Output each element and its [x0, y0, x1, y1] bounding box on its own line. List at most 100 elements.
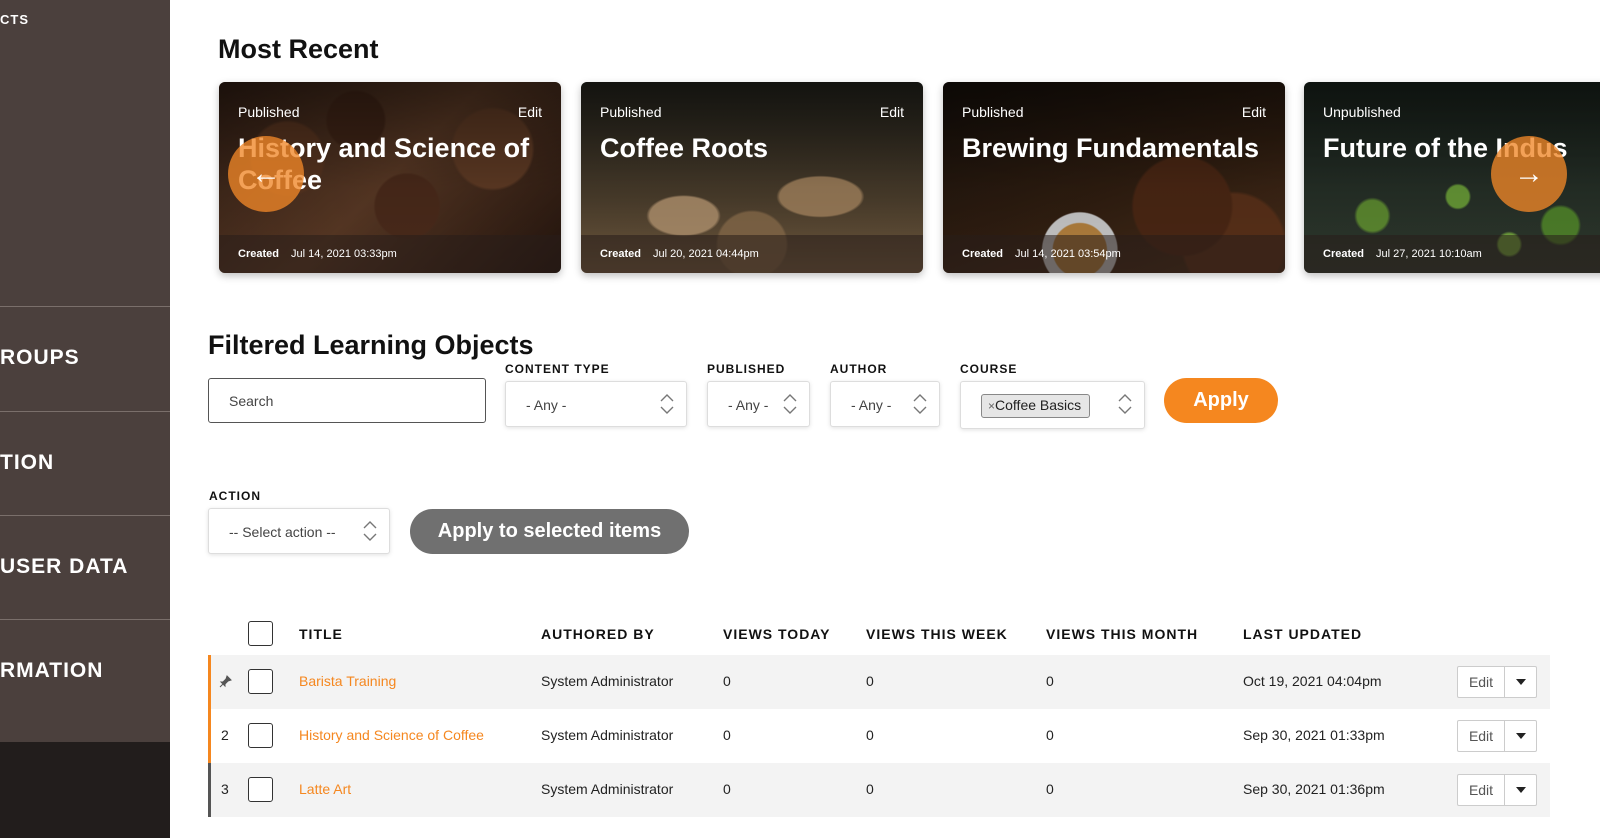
carousel-next-button[interactable]: →: [1491, 136, 1567, 212]
col-views-month[interactable]: VIEWS THIS MONTH: [1046, 626, 1198, 642]
card-created-date: Jul 27, 2021 10:10am: [1376, 248, 1482, 260]
sidebar: CTS ROUPS TION USER DATA RMATION: [0, 0, 170, 838]
recent-card[interactable]: Published Edit Coffee Roots Created Jul …: [581, 82, 923, 273]
row-last-updated: Sep 30, 2021 01:33pm: [1243, 727, 1385, 743]
card-created-label: Created: [962, 248, 1003, 260]
row-checkbox[interactable]: [248, 723, 273, 748]
row-checkbox[interactable]: [248, 669, 273, 694]
table-row: 2 History and Science of Coffee System A…: [208, 709, 1550, 763]
carousel-prev-button[interactable]: ←: [228, 136, 304, 212]
content-type-select[interactable]: - Any -: [505, 381, 687, 427]
row-title-link[interactable]: Barista Training: [299, 673, 396, 689]
course-select[interactable]: ×Coffee Basics: [960, 381, 1145, 429]
row-edit-button[interactable]: Edit: [1458, 721, 1505, 751]
row-edit-dropdown[interactable]: [1505, 721, 1537, 751]
row-checkbox[interactable]: [248, 777, 273, 802]
card-created-date: Jul 14, 2021 03:33pm: [291, 248, 397, 260]
published-value: - Any -: [728, 397, 769, 413]
row-views-today: 0: [723, 781, 731, 797]
select-all-checkbox[interactable]: [248, 621, 273, 646]
sidebar-item-objects[interactable]: CTS: [0, 12, 29, 27]
sidebar-footer: [0, 742, 170, 838]
sidebar-item-information[interactable]: RMATION: [0, 659, 170, 683]
row-marker: [208, 763, 211, 817]
published-label: PUBLISHED: [707, 362, 786, 376]
row-views-today: 0: [723, 673, 731, 689]
course-chip-label: Coffee Basics: [995, 397, 1082, 413]
card-status: Published: [600, 104, 662, 120]
course-chip: ×Coffee Basics: [981, 394, 1091, 418]
row-title-link[interactable]: History and Science of Coffee: [299, 727, 484, 743]
row-edit-button[interactable]: Edit: [1458, 775, 1505, 805]
action-select-value: -- Select action --: [229, 524, 336, 540]
action-label: ACTION: [209, 489, 261, 503]
card-status: Published: [962, 104, 1024, 120]
table-row: Barista Training System Administrator 0 …: [208, 655, 1550, 709]
sidebar-item-groups[interactable]: ROUPS: [0, 346, 170, 370]
content-type-value: - Any -: [526, 397, 567, 413]
row-author: System Administrator: [541, 673, 674, 689]
row-edit-group: Edit: [1457, 666, 1537, 698]
course-label: COURSE: [960, 362, 1018, 376]
card-created-label: Created: [238, 248, 279, 260]
row-edit-group: Edit: [1457, 774, 1537, 806]
apply-button[interactable]: Apply: [1164, 378, 1278, 423]
arrow-right-icon: →: [1514, 157, 1544, 190]
caret-down-icon: [1516, 787, 1526, 793]
recent-card[interactable]: Published Edit Brewing Fundamentals Crea…: [943, 82, 1285, 273]
most-recent-heading: Most Recent: [218, 34, 379, 64]
apply-to-selected-button[interactable]: Apply to selected items: [410, 509, 689, 554]
chevron-up-down-icon: [363, 521, 377, 541]
card-edit-link[interactable]: Edit: [1242, 104, 1266, 120]
col-views-today[interactable]: VIEWS TODAY: [723, 626, 830, 642]
card-title[interactable]: Brewing Fundamentals: [962, 132, 1282, 164]
action-select[interactable]: -- Select action --: [208, 508, 390, 554]
row-author: System Administrator: [541, 727, 674, 743]
sidebar-divider: [0, 515, 170, 516]
row-edit-dropdown[interactable]: [1505, 667, 1537, 697]
col-title[interactable]: TITLE: [299, 626, 343, 642]
main-content: Most Recent Published Edit History and S…: [170, 0, 1600, 838]
search-input[interactable]: Search: [208, 378, 486, 423]
row-views-month: 0: [1046, 727, 1054, 743]
row-views-week: 0: [866, 781, 874, 797]
filtered-heading: Filtered Learning Objects: [208, 330, 534, 360]
col-authored-by[interactable]: AUTHORED BY: [541, 626, 655, 642]
chevron-up-down-icon: [913, 394, 927, 414]
row-edit-button[interactable]: Edit: [1458, 667, 1505, 697]
col-last-updated[interactable]: LAST UPDATED: [1243, 626, 1362, 642]
row-views-month: 0: [1046, 781, 1054, 797]
row-views-today: 0: [723, 727, 731, 743]
card-created-date: Jul 20, 2021 04:44pm: [653, 248, 759, 260]
published-select[interactable]: - Any -: [707, 381, 810, 427]
chip-remove-icon[interactable]: ×: [988, 399, 995, 413]
caret-down-icon: [1516, 679, 1526, 685]
author-label: AUTHOR: [830, 362, 888, 376]
row-marker: [208, 655, 211, 709]
card-title[interactable]: Coffee Roots: [600, 132, 920, 164]
author-value: - Any -: [851, 397, 892, 413]
pin-icon[interactable]: [219, 675, 232, 688]
row-last-updated: Sep 30, 2021 01:36pm: [1243, 781, 1385, 797]
caret-down-icon: [1516, 733, 1526, 739]
table-row: 3 Latte Art System Administrator 0 0 0 S…: [208, 763, 1550, 817]
sidebar-divider: [0, 411, 170, 412]
row-views-month: 0: [1046, 673, 1054, 689]
col-views-week[interactable]: VIEWS THIS WEEK: [866, 626, 1008, 642]
sidebar-item-user-data[interactable]: USER DATA: [0, 555, 170, 579]
sidebar-item-section[interactable]: TION: [0, 451, 170, 475]
chevron-up-down-icon: [1118, 394, 1132, 414]
sidebar-divider: [0, 619, 170, 620]
author-select[interactable]: - Any -: [830, 381, 940, 427]
sidebar-divider: [0, 306, 170, 307]
row-views-week: 0: [866, 673, 874, 689]
card-created-label: Created: [1323, 248, 1364, 260]
row-title-link[interactable]: Latte Art: [299, 781, 351, 797]
row-edit-dropdown[interactable]: [1505, 775, 1537, 805]
row-author: System Administrator: [541, 781, 674, 797]
card-edit-link[interactable]: Edit: [880, 104, 904, 120]
arrow-left-icon: ←: [251, 157, 281, 190]
chevron-up-down-icon: [783, 394, 797, 414]
card-status: Unpublished: [1323, 104, 1401, 120]
card-edit-link[interactable]: Edit: [518, 104, 542, 120]
